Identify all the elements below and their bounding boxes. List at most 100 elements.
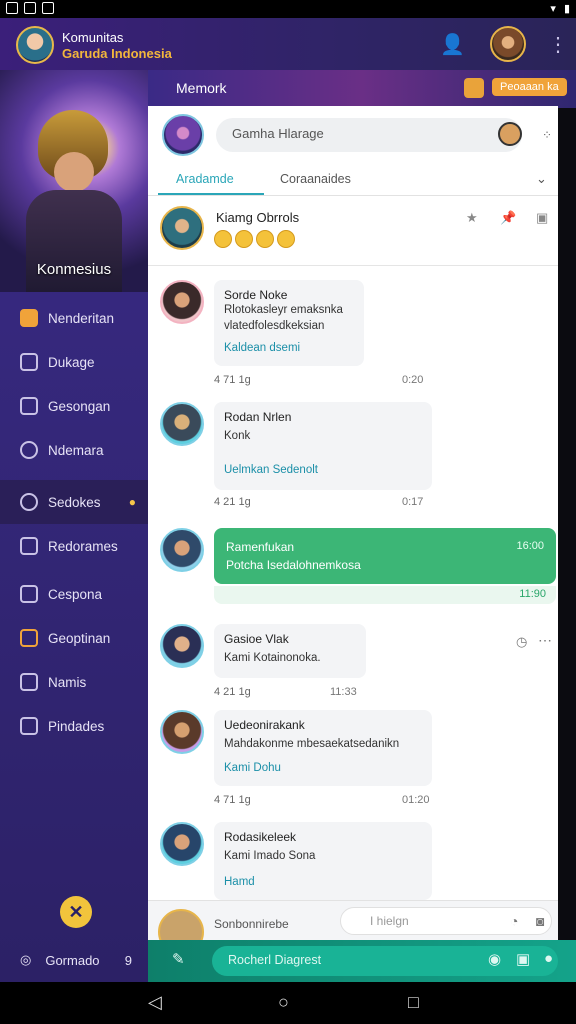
sidebar-item-pindades[interactable]: Pindades — [0, 704, 148, 748]
image-icon[interactable]: ▣ — [516, 950, 530, 968]
message-time: 0:17 — [402, 496, 424, 508]
sidebar: Konmesius Nenderitan Dukage Gesongan Nde… — [0, 70, 148, 982]
back-icon[interactable]: ◁ — [148, 992, 162, 1013]
notification-icon — [42, 2, 54, 14]
search-placeholder: Gamha Hlarage — [232, 126, 324, 141]
highlight-time: 16:00 — [516, 540, 544, 552]
banner-button[interactable]: Peoaaan ka — [492, 78, 567, 96]
message-time: 0:20 — [402, 374, 424, 386]
message-input-placeholder: I hielgn — [370, 914, 409, 928]
tab-coraanaides[interactable]: Coraanaides — [280, 172, 351, 186]
sidebar-item-label: Sedokes — [48, 494, 101, 510]
sidebar-item-label: Namis — [48, 674, 87, 690]
home-icon — [20, 309, 38, 327]
emoji-row — [214, 230, 295, 248]
more-vert-icon[interactable]: ⋮ — [548, 32, 568, 57]
search-avatar[interactable] — [498, 122, 522, 146]
app-title-line2: Garuda Indonesia — [62, 46, 172, 61]
camera-icon[interactable]: ◙ — [536, 913, 544, 929]
message-bubble: Uedeonirakank Mahdakonme mbesaekatsedani… — [214, 710, 432, 786]
emoji-icon — [277, 230, 295, 248]
sidebar-item-label: Pindades — [48, 718, 105, 734]
sidebar-item-redorames[interactable]: Redorames — [0, 524, 148, 568]
person-icon[interactable]: 👤 — [440, 32, 465, 57]
sidebar-item-geoptinan[interactable]: Geoptinan — [0, 616, 148, 660]
avatar — [160, 822, 204, 866]
pinned-name: Kiamg Obrrols — [216, 210, 300, 225]
message-text: Mahdakonme mbesaekatsedanikn — [224, 738, 400, 750]
message-link[interactable]: Uelmkan Sedenolt — [224, 464, 318, 476]
box-icon — [20, 629, 38, 647]
avatar — [160, 528, 204, 572]
message-text: vlatedfolesdkeksian — [224, 320, 325, 332]
chevron-down-icon[interactable]: ⌄ — [536, 171, 547, 187]
clock-icon[interactable]: ◷ — [516, 634, 527, 650]
message-text: Kami Imado Sona — [224, 850, 316, 862]
message-meta: 4 71 1g — [214, 374, 251, 386]
emoji-icon — [235, 230, 253, 248]
message-bubble: Sorde Noke Rlotokasleyr emaksnka vlatedf… — [214, 280, 364, 366]
home-icon[interactable]: ○ — [278, 992, 289, 1013]
sidebar-item-label: Dukage — [48, 354, 95, 370]
whatsapp-icon[interactable]: ◉ — [488, 950, 501, 968]
avatar — [160, 402, 204, 446]
message-bubble: Rodasikeleek Kami Imado Sona Hamd — [214, 822, 432, 900]
composer-label: Sonbonnirebe — [214, 917, 289, 931]
list-icon — [20, 537, 38, 555]
avatar — [160, 710, 204, 754]
recents-icon[interactable]: □ — [408, 992, 419, 1013]
message-time: 11:33 — [330, 686, 357, 698]
message-bubble: Gasioe Vlak Kami Kotainonoka. — [214, 624, 366, 678]
pinned-chat[interactable]: Kiamg Obrrols ★ 📌 ▣ — [148, 196, 558, 266]
highlight-footer: 11:90 — [214, 586, 556, 604]
pin-icon[interactable]: 📌 — [500, 210, 516, 226]
sender-name: Rodasikeleek — [224, 830, 297, 844]
active-dot-icon: ● — [128, 495, 136, 509]
search-row: Gamha Hlarage ⁘ — [148, 106, 558, 162]
video-icon[interactable]: ▣ — [536, 210, 548, 226]
status-bar: ▾ ▮ — [0, 0, 576, 18]
send-text: Rocherl Diagrest — [228, 953, 322, 967]
tab-underline — [158, 193, 264, 195]
app-logo — [16, 26, 54, 64]
banner-title: Memork — [176, 80, 227, 96]
send-icon[interactable]: ● — [544, 950, 553, 967]
tab-aradamde[interactable]: Aradamde — [176, 172, 234, 186]
grid-icon[interactable]: ⁘ — [542, 128, 552, 142]
community-badge[interactable]: ✕ — [60, 896, 92, 928]
group-avatar[interactable] — [162, 114, 204, 156]
highlight-body: Potcha Isedalohnemkosa — [226, 558, 361, 572]
settings-icon: ◎ — [20, 952, 32, 967]
avatar[interactable] — [490, 26, 526, 62]
sidebar-item-label: Ndemara — [48, 442, 104, 458]
message-meta: 4 21 1g — [214, 686, 251, 698]
gift-icon[interactable] — [464, 78, 484, 98]
message-link[interactable]: Kami Dohu — [224, 762, 281, 774]
sidebar-footer[interactable]: ◎ Gormado 9 — [0, 938, 148, 982]
battery-icon: ▮ — [563, 3, 570, 15]
sidebar-item-cespona[interactable]: Cespona — [0, 572, 148, 616]
attach-icon[interactable]: ✎ — [172, 950, 185, 968]
message-text: Kami Kotainonoka. — [224, 652, 321, 664]
message-link[interactable]: Hamd — [224, 876, 255, 888]
sidebar-item-label: Gesongan — [48, 398, 111, 414]
sidebar-item-dukage[interactable]: Dukage — [0, 340, 148, 384]
sidebar-item-namis[interactable]: Namis — [0, 660, 148, 704]
message-meta: 4 21 1g — [214, 496, 251, 508]
emoji-picker-icon[interactable]: ◔ — [510, 913, 518, 929]
sidebar-item-ndemara[interactable]: Ndemara — [0, 428, 148, 472]
message-link[interactable]: Kaldean dsemi — [224, 342, 300, 354]
sidebar-item-sedokes[interactable]: Sedokes ● — [0, 480, 148, 524]
emoji-icon — [256, 230, 274, 248]
more-horiz-icon[interactable]: ⋯ — [538, 632, 552, 649]
message-meta: 4 71 1g — [214, 794, 251, 806]
sidebar-item-gesongan[interactable]: Gesongan — [0, 384, 148, 428]
footer-count: 9 — [124, 952, 132, 968]
composer: Sonbonnirebe I hielgn ◔ ◙ — [148, 900, 558, 955]
avatar — [160, 624, 204, 668]
sidebar-item-label: Cespona — [48, 586, 103, 602]
star-icon[interactable]: ★ — [466, 210, 478, 226]
sidebar-item-nenderitan[interactable]: Nenderitan — [0, 296, 148, 340]
notification-icon — [24, 2, 36, 14]
footer-label: Gormado — [45, 952, 100, 968]
